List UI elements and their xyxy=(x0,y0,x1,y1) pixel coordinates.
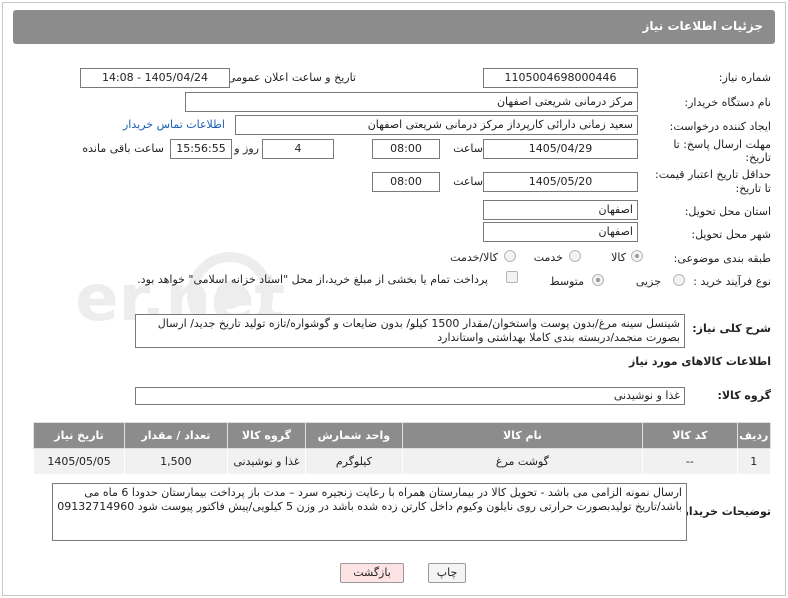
purchase-type-label: نوع فرآیند خرید : xyxy=(693,275,771,288)
cell-index: 1 xyxy=(736,448,771,475)
col-name: نام کالا xyxy=(401,422,644,449)
requester-label: ایجاد کننده درخواست: xyxy=(669,120,771,133)
page-title: جزئیات اطلاعات نیاز xyxy=(642,19,763,33)
cell-code: -- xyxy=(642,448,738,475)
category-radio-service[interactable] xyxy=(569,250,581,262)
response-time-field[interactable]: 08:00 xyxy=(372,139,440,159)
goods-table: ردیف کد کالا نام کالا واحد شمارش گروه کا… xyxy=(32,422,771,475)
buyer-org-label: نام دستگاه خریدار: xyxy=(684,96,771,109)
print-button[interactable]: چاپ xyxy=(428,563,466,583)
purchase-radio-minor[interactable] xyxy=(673,274,685,286)
province-label: استان محل تحویل: xyxy=(684,205,771,218)
goods-section-title: اطلاعات کالاهای مورد نیاز xyxy=(629,355,771,368)
col-group: گروه کالا xyxy=(226,422,307,449)
description-label: شرح کلی نیاز: xyxy=(692,322,771,335)
need-number-field[interactable]: 1105004698000446 xyxy=(483,68,638,88)
category-option-both: کالا/خدمت xyxy=(450,251,498,264)
response-deadline-label-2: تاریخ: xyxy=(745,151,771,164)
price-validity-label: حداقل تاریخ اعتبار قیمت: xyxy=(655,168,771,181)
back-button[interactable]: بازگشت xyxy=(340,563,404,583)
page-header: جزئیات اطلاعات نیاز xyxy=(13,10,775,44)
need-number-label: شماره نیاز: xyxy=(718,71,771,84)
requester-field[interactable]: سعید زمانی دارائی کارپرداز مرکز درمانی ش… xyxy=(235,115,638,135)
cell-group: غذا و نوشیدنی xyxy=(226,448,307,475)
announce-datetime-label: تاریخ و ساعت اعلان عمومی: xyxy=(223,71,356,84)
cell-unit: کیلوگرم xyxy=(305,448,403,475)
goods-table-header: ردیف کد کالا نام کالا واحد شمارش گروه کا… xyxy=(32,422,771,449)
city-label: شهر محل تحویل: xyxy=(691,228,771,241)
response-days-label: روز و xyxy=(234,142,259,155)
city-field[interactable]: اصفهان xyxy=(483,222,638,242)
price-validity-date-field[interactable]: 1405/05/20 xyxy=(483,172,638,192)
price-validity-time-field[interactable]: 08:00 xyxy=(372,172,440,192)
category-radio-both[interactable] xyxy=(504,250,516,262)
province-field[interactable]: اصفهان xyxy=(483,200,638,220)
col-date: تاریخ نیاز xyxy=(32,422,126,449)
buyer-org-field[interactable]: مرکز درمانی شریعتی اصفهان xyxy=(185,92,638,112)
category-option-goods: کالا xyxy=(611,251,626,264)
announce-datetime-field[interactable]: 1405/04/24 - 14:08 xyxy=(80,68,230,88)
cell-date: 1405/05/05 xyxy=(32,448,126,475)
description-textarea[interactable]: شینسل سینه مرغ/بدون پوست واستخوان/مقدار … xyxy=(135,314,685,348)
remaining-time-label: ساعت باقی مانده xyxy=(82,142,164,155)
response-deadline-label: مهلت ارسال پاسخ: تا xyxy=(673,138,771,151)
goods-group-label: گروه کالا: xyxy=(717,389,771,402)
purchase-option-minor: جزیی xyxy=(635,275,661,288)
buyer-notes-textarea[interactable]: ارسال نمونه الزامی می باشد - تحویل کالا … xyxy=(52,483,687,541)
buyer-contact-link[interactable]: اطلاعات تماس خریدار xyxy=(123,118,225,131)
treasury-payment-note: پرداخت تمام یا بخشی از مبلغ خرید،از محل … xyxy=(137,273,488,286)
response-days-field[interactable]: 4 xyxy=(262,139,334,159)
remaining-time-field[interactable]: 15:56:55 xyxy=(170,139,232,159)
table-row: 1 -- گوشت مرغ کیلوگرم غذا و نوشیدنی 1,50… xyxy=(32,448,771,475)
goods-group-field[interactable]: غذا و نوشیدنی xyxy=(135,387,685,405)
col-index: ردیف xyxy=(736,422,771,449)
response-date-field[interactable]: 1405/04/29 xyxy=(483,139,638,159)
col-unit: واحد شمارش xyxy=(305,422,403,449)
category-radio-goods[interactable] xyxy=(631,250,643,262)
purchase-radio-medium[interactable] xyxy=(592,274,604,286)
treasury-payment-checkbox[interactable] xyxy=(506,271,518,283)
buyer-notes-label: توضیحات خریدار: xyxy=(678,505,771,518)
price-validity-time-label: ساعت xyxy=(453,175,483,188)
col-quantity: تعداد / مقدار xyxy=(124,422,228,449)
col-code: کد کالا xyxy=(642,422,738,449)
response-time-label: ساعت xyxy=(453,142,483,155)
price-validity-label-2: تا تاریخ: xyxy=(735,182,771,195)
category-label: طبقه بندی موضوعی: xyxy=(673,252,771,265)
purchase-option-medium: متوسط xyxy=(549,275,584,288)
cell-quantity: 1,500 xyxy=(124,448,228,475)
category-option-service: خدمت xyxy=(533,251,563,264)
cell-name: گوشت مرغ xyxy=(401,448,644,475)
